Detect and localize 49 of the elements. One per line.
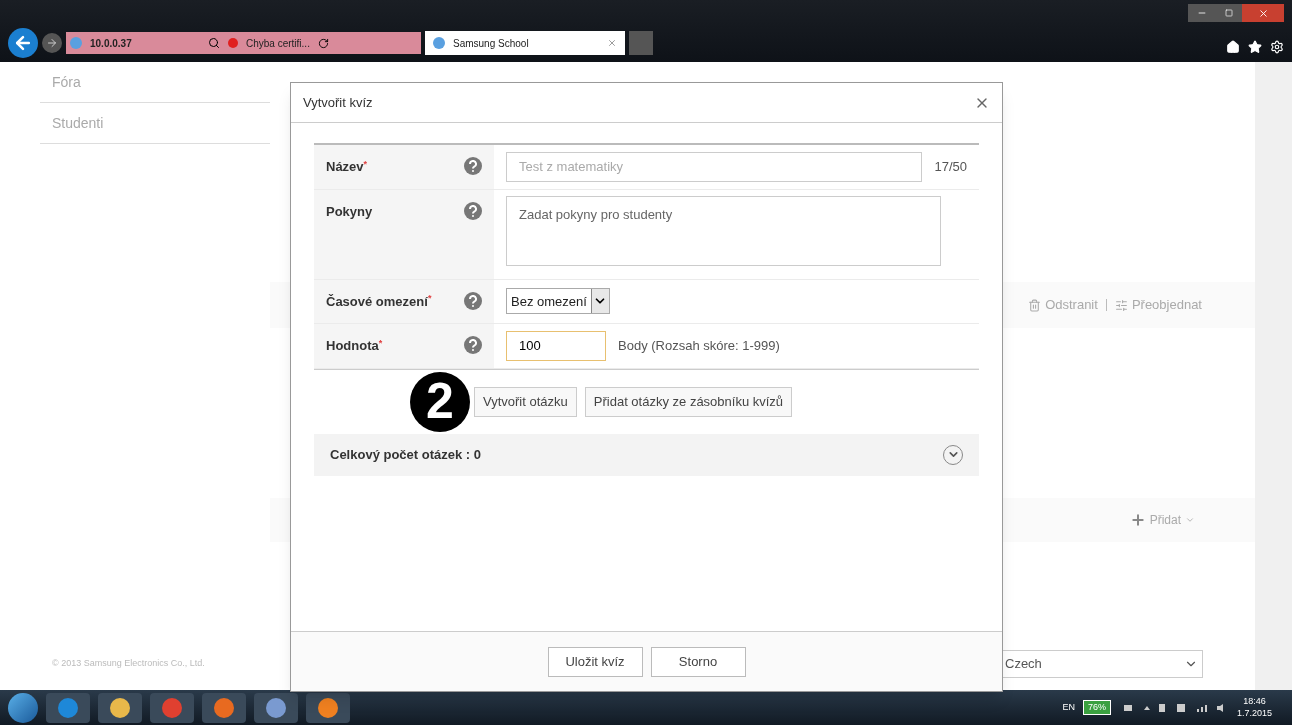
step-badge: 2 — [410, 371, 470, 432]
sliders-icon — [1114, 298, 1128, 312]
divider — [1105, 299, 1107, 311]
maximize-icon — [1225, 9, 1233, 17]
error-icon — [228, 38, 238, 48]
dialog-button[interactable]: Storno — [650, 646, 746, 677]
field-label: Hodnota$^{*}$ — [326, 336, 383, 355]
close-icon — [1257, 7, 1269, 19]
clock-time[interactable]: 18:46 — [1243, 696, 1266, 708]
copyright-text: © 2013 Samsung Electronics Co., Ltd. — [51, 656, 206, 670]
arrow-right-icon — [46, 37, 58, 49]
favorites-icon — [1248, 40, 1262, 54]
input-field[interactable]: Test z matematiky — [506, 151, 923, 182]
dialog-button[interactable]: Uložit kvíz — [547, 646, 643, 677]
action-button[interactable]: Vytvořit otázku — [474, 386, 577, 417]
browser-tab[interactable]: Samsung School — [425, 31, 625, 55]
language-indicator[interactable]: EN — [1062, 700, 1075, 715]
forward-button[interactable] — [42, 33, 62, 53]
field-label: Časové omezení$^{*}$ — [326, 292, 432, 311]
dialog-title: Vytvořit kvíz — [303, 93, 373, 112]
close-icon — [607, 38, 617, 48]
refresh-icon — [317, 37, 329, 49]
action-button[interactable]: Přidat otázky ze zásobníku kvízů — [584, 386, 793, 417]
question-summary[interactable]: Celkový počet otázek : 0 — [314, 433, 979, 476]
address-bar[interactable]: 10.0.0.37 Chyba certifi... — [66, 32, 421, 54]
trash-icon — [1028, 298, 1042, 312]
help-icon[interactable] — [464, 157, 482, 175]
settings-icon — [1270, 40, 1284, 54]
certificate-error[interactable]: Chyba certifi... — [246, 35, 310, 51]
caret-icon — [1185, 515, 1195, 525]
maximize-button[interactable] — [1216, 4, 1242, 22]
help-icon[interactable] — [464, 201, 482, 220]
field-label: Název$^{*}$ — [326, 157, 368, 176]
home-icon — [1226, 40, 1240, 54]
url-text: 10.0.0.37 — [90, 36, 133, 51]
help-icon[interactable] — [464, 291, 482, 310]
range-hint: Body (Rozsah skóre: 1-999) — [618, 337, 780, 355]
start-button[interactable] — [8, 692, 38, 723]
minimize-button[interactable] — [1188, 4, 1216, 22]
clock-date[interactable]: 1.7.2015 — [1236, 707, 1272, 719]
help-icon[interactable] — [464, 336, 482, 354]
input-field[interactable]: 100 — [506, 330, 606, 361]
field-label: Pokyny — [326, 202, 373, 221]
select-field[interactable]: Bez omezení — [506, 288, 610, 315]
char-counter: 17/50 — [934, 158, 967, 176]
search-icon — [208, 37, 220, 49]
plus-icon — [1129, 512, 1146, 528]
textarea-field[interactable]: Zadat pokyny pro studenty — [506, 195, 941, 266]
back-button[interactable] — [8, 28, 38, 58]
